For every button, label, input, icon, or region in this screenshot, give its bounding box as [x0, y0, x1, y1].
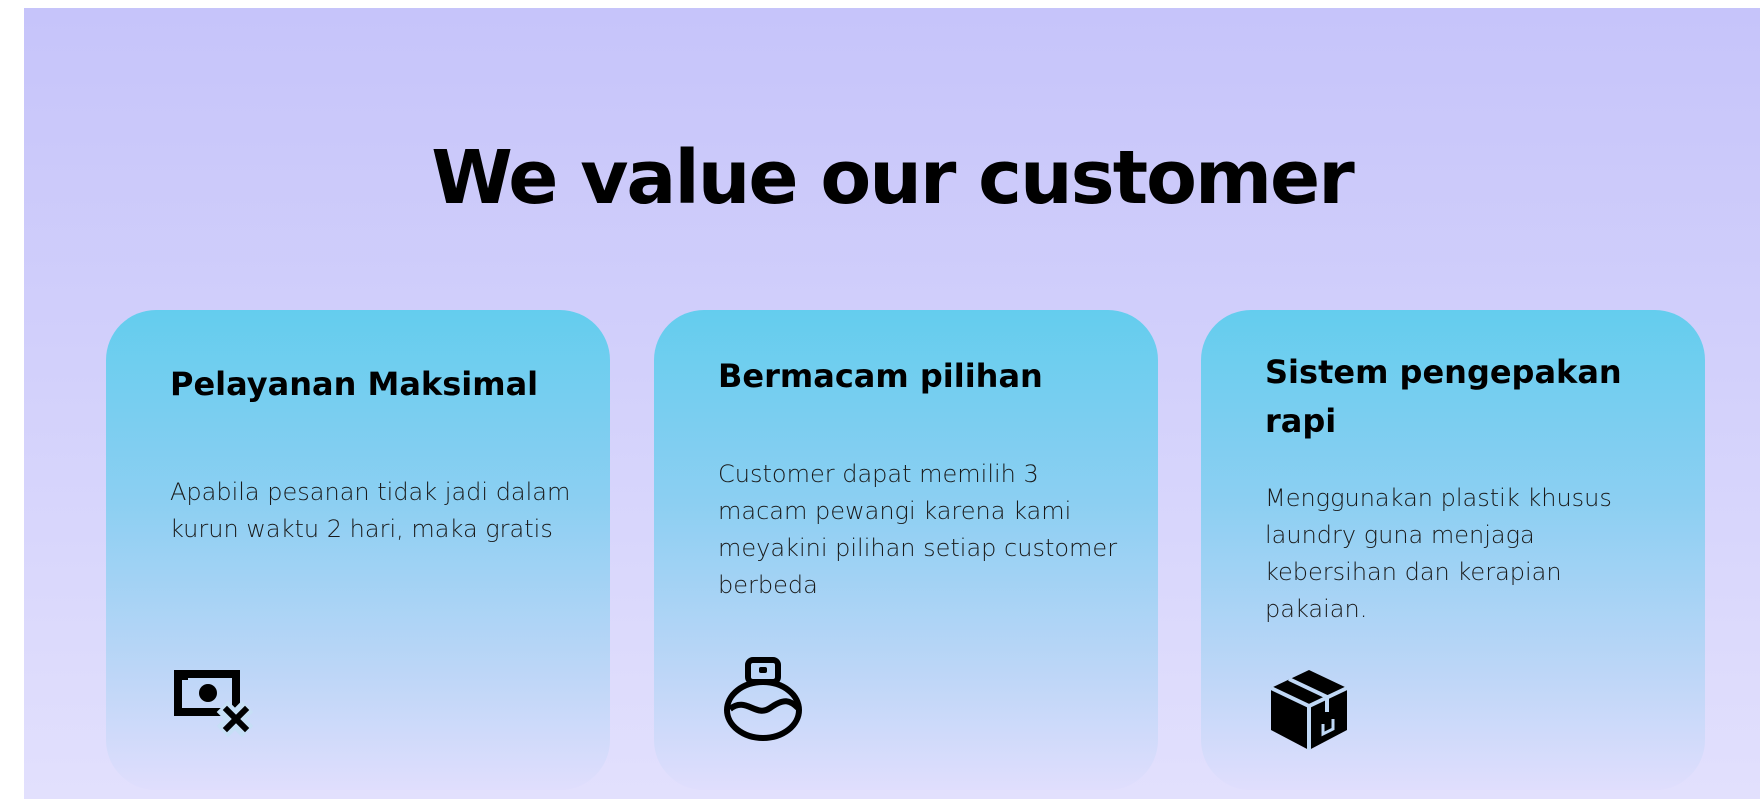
- card-description: Menggunakan plastik khusus laundry guna …: [1265, 484, 1612, 623]
- card-title: Sistem pengepakan rapi: [1265, 353, 1622, 440]
- value-card-packaging: Sistem pengepakan rapi Menggunakan plast…: [1201, 310, 1705, 790]
- card-title: Pelayanan Maksimal: [170, 365, 539, 403]
- value-card-options: Bermacam pilihan Customer dapat memilih …: [654, 310, 1158, 790]
- package-box-icon: [1267, 666, 1357, 756]
- money-off-icon: [170, 660, 260, 750]
- card-description: Customer dapat memilih 3 macam pewangi k…: [718, 460, 1118, 599]
- card-title: Bermacam pilihan: [718, 357, 1043, 395]
- section-title: We value our customer: [431, 135, 1354, 221]
- card-description: Apabila pesanan tidak jadi dalam kurun w…: [170, 478, 571, 543]
- values-section: We value our customer Pelayanan Maksimal…: [24, 8, 1760, 799]
- value-card-service: Pelayanan Maksimal Apabila pesanan tidak…: [106, 310, 610, 790]
- perfume-bottle-icon: [718, 654, 808, 744]
